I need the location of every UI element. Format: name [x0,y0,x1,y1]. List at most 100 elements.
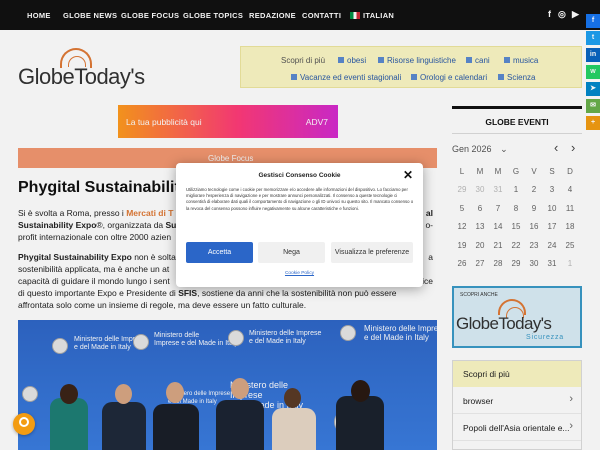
nav-globe-topics[interactable]: GLOBE TOPICS [183,11,243,20]
calendar-day[interactable]: 10 [543,204,561,213]
topic-tag[interactable]: obesi [338,56,366,65]
ad-banner[interactable]: La tua pubblicità qui ADV7 [118,105,338,138]
facebook-icon[interactable]: f [548,9,551,19]
calendar-day[interactable]: 18 [561,222,579,231]
calendar-day[interactable]: 25 [561,241,579,250]
calendar-day[interactable]: 1 [561,259,579,268]
cookie-consent-dialog: Gestisci Consenso Cookie ✕ Utilizziamo t… [176,163,423,287]
calendar-day[interactable]: 20 [471,241,489,250]
person-head [166,382,184,403]
discover-item[interactable]: browser [453,387,581,414]
emblem-icon [228,330,244,346]
nav-contatti[interactable]: CONTATTI [302,11,341,20]
more-share-icon[interactable]: + [586,116,600,130]
sicurezza-promo[interactable]: SCOPRI ANCHE GlobeToday's Sicurezza [452,286,582,348]
calendar-day[interactable]: 31 [543,259,561,268]
person-head [115,384,132,404]
topic-tag[interactable]: Orologi e calendari [411,73,487,82]
calendar-day[interactable]: 29 [507,259,525,268]
prev-month-icon[interactable]: ‹ [554,140,558,155]
text: capacità di guidare il mondo lungo i sen… [18,276,170,286]
text: ®, organizzata da [96,220,166,230]
calendar-day[interactable]: 13 [471,222,489,231]
calendar-day[interactable]: 11 [561,204,579,213]
person [216,400,264,450]
person-head [60,384,78,404]
calendar-day[interactable]: 6 [471,204,489,213]
discover-more-widget: Scopri di più browser Popoli dell'Asia o… [452,360,582,450]
calendar-day[interactable]: 23 [525,241,543,250]
calendar-day[interactable]: 5 [453,204,471,213]
promo-sub: Sicurezza [526,334,564,341]
calendar-day[interactable]: 21 [489,241,507,250]
calendar-day[interactable]: 30 [525,259,543,268]
text: Si è svolta a Roma, presso i [18,208,127,218]
whatsapp-share-icon[interactable]: w [586,65,600,79]
next-month-icon[interactable]: › [571,140,575,155]
events-title: GLOBE EVENTI [452,106,582,134]
text: non è solta [131,252,176,262]
text: SFIS [178,288,198,298]
nav-home[interactable]: HOME [27,11,51,20]
topic-tag[interactable]: Vacanze ed eventi stagionali [291,73,401,82]
facebook-share-icon[interactable]: f [586,14,600,28]
calendar-day[interactable]: 29 [453,185,471,194]
calendar-month-selector[interactable]: Gen 2026 ⌄ [452,144,508,155]
topic-tag[interactable]: musica [504,56,538,65]
ad-code: ADV7 [305,117,328,127]
telegram-share-icon[interactable]: ➤ [586,82,600,96]
article-title: Phygital Sustainability [18,179,178,196]
accept-button[interactable]: Accetta [186,242,253,263]
calendar-day[interactable]: 15 [507,222,525,231]
logo-text: GlobeToday's [18,64,145,89]
calendar-day[interactable]: 12 [453,222,471,231]
calendar-day[interactable]: 31 [489,185,507,194]
text: Phygital Sustainability Expo [18,252,132,262]
text: Sustainability Expo [18,220,97,230]
calendar-day[interactable]: 24 [543,241,561,250]
nav-redazione[interactable]: REDAZIONE [249,11,296,20]
calendar-day[interactable]: 4 [561,185,579,194]
calendar-day[interactable]: 16 [525,222,543,231]
calendar-day[interactable]: 22 [507,241,525,250]
cookie-settings-button[interactable] [13,413,35,435]
photo-text: Ministero delle Imprese e del Made in It… [249,330,322,345]
text: , sostiene da anni che la sostenibilità … [197,288,397,298]
calendar-day[interactable]: 3 [543,185,561,194]
calendar-day[interactable]: 28 [489,259,507,268]
discover-item[interactable]: Popoli dell'Asia orientale e... [453,414,581,441]
youtube-icon[interactable]: ▶ [572,9,579,20]
promo-small-text: SCOPRI ANCHE [460,292,498,298]
calendar-day[interactable]: 8 [507,204,525,213]
calendar-day[interactable]: 17 [543,222,561,231]
deny-button[interactable]: Nega [258,242,325,263]
consent-body: Utilizziamo tecnologie come i cookie per… [186,187,414,211]
chevron-down-icon: ⌄ [500,144,508,154]
cookie-policy-link[interactable]: Cookie Policy [176,271,423,276]
calendar-day[interactable]: 14 [489,222,507,231]
calendar-day[interactable]: 30 [471,185,489,194]
nav-globe-news[interactable]: GLOBE NEWS [63,11,117,20]
mercati-link[interactable]: Mercati di T [126,208,173,218]
calendar-day[interactable]: 26 [453,259,471,268]
view-preferences-button[interactable]: Visualizza le preferenze [331,242,413,263]
instagram-icon[interactable]: ◎ [558,9,566,20]
topic-tag[interactable]: cani [466,56,490,65]
topic-tag[interactable]: Scienza [498,73,535,82]
calendar-day[interactable]: 2 [525,185,543,194]
calendar-day[interactable]: 19 [453,241,471,250]
calendar-weekday: G [512,167,520,176]
nav-globe-focus[interactable]: GLOBE FOCUS [121,11,179,20]
linkedin-share-icon[interactable]: in [586,48,600,62]
topic-tag[interactable]: Risorse linguistiche [378,56,456,65]
calendar-day[interactable]: 27 [471,259,489,268]
sms-share-icon[interactable]: ✉ [586,99,600,113]
twitter-share-icon[interactable]: t [586,31,600,45]
calendar-day[interactable]: 9 [525,204,543,213]
language-selector[interactable]: ITALIAN [350,11,394,20]
person [336,396,384,450]
calendar-day[interactable]: 7 [489,204,507,213]
calendar-weekday: D [567,167,573,176]
close-icon[interactable]: ✕ [403,168,413,182]
calendar-day[interactable]: 1 [507,185,525,194]
